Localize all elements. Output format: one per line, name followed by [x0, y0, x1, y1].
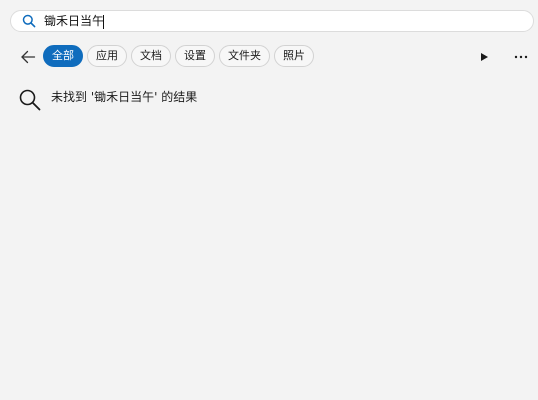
more-options-button[interactable] — [512, 48, 530, 66]
arrow-left-icon — [21, 50, 36, 64]
filter-bar: 全部 应用 文档 设置 文件夹 照片 — [0, 44, 538, 70]
ellipsis-icon — [514, 55, 528, 59]
back-button[interactable] — [18, 47, 38, 67]
text-caret — [103, 15, 104, 29]
search-box[interactable] — [10, 10, 534, 32]
no-results-text: 未找到 '锄禾日当午' 的结果 — [51, 90, 198, 104]
no-results-message: 未找到 '锄禾日当午' 的结果 — [18, 88, 197, 112]
search-icon — [18, 88, 42, 112]
filter-chip-apps[interactable]: 应用 — [87, 45, 127, 67]
filter-chip-settings[interactable]: 设置 — [175, 45, 215, 67]
filter-chip-folders[interactable]: 文件夹 — [219, 45, 270, 67]
filter-chip-all[interactable]: 全部 — [43, 45, 83, 67]
search-window: 全部 应用 文档 设置 文件夹 照片 未找到 '锄禾 — [0, 0, 538, 400]
filter-chips: 全部 应用 文档 设置 文件夹 照片 — [43, 45, 314, 67]
filter-chip-photos[interactable]: 照片 — [274, 45, 314, 67]
filter-chip-documents[interactable]: 文档 — [131, 45, 171, 67]
more-filters-button[interactable] — [476, 48, 492, 66]
search-input[interactable] — [44, 12, 504, 30]
search-icon — [21, 13, 37, 29]
play-icon — [481, 53, 488, 61]
